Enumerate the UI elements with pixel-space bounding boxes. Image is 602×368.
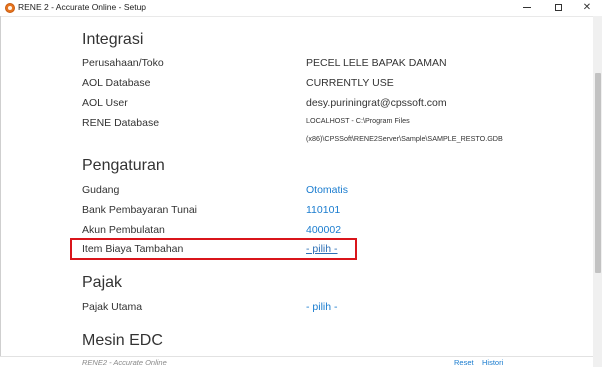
value-aol-database: CURRENTLY USE bbox=[306, 77, 394, 89]
link-pajak-utama[interactable]: - pilih - bbox=[306, 301, 338, 313]
value-perusahaan: PECEL LELE BAPAK DAMAN bbox=[306, 57, 447, 69]
value-rene-database-line2: (x86)\CPSSoft\RENE2Server\Sample\SAMPLE_… bbox=[306, 134, 503, 143]
maximize-icon bbox=[554, 4, 562, 11]
label-pajak-utama: Pajak Utama bbox=[82, 301, 143, 313]
highlight-annotation bbox=[70, 238, 357, 260]
section-title-pajak: Pajak bbox=[82, 274, 123, 291]
label-akun-pembulatan: Akun Pembulatan bbox=[82, 224, 165, 236]
label-bank-pembayaran-tunai: Bank Pembayaran Tunai bbox=[82, 204, 197, 216]
label-gudang: Gudang bbox=[82, 184, 120, 196]
link-akun-pembulatan[interactable]: 400002 bbox=[306, 224, 341, 236]
minimize-icon bbox=[523, 6, 531, 8]
minimize-button[interactable] bbox=[512, 0, 542, 16]
scrollbar-thumb[interactable] bbox=[595, 73, 601, 273]
section-title-mesin-edc: Mesin EDC bbox=[82, 332, 163, 349]
section-title-pengaturan: Pengaturan bbox=[82, 157, 165, 174]
link-bank-pembayaran-tunai[interactable]: 110101 bbox=[306, 204, 340, 216]
close-icon: ✕ bbox=[582, 2, 592, 13]
close-button[interactable]: ✕ bbox=[572, 0, 602, 16]
label-aol-database: AOL Database bbox=[82, 77, 151, 89]
title-bar: RENE 2 - Accurate Online - Setup ✕ bbox=[0, 0, 602, 17]
value-rene-database-line1: LOCALHOST - C:\Program Files bbox=[306, 116, 410, 125]
label-aol-user: AOL User bbox=[82, 97, 128, 109]
link-gudang[interactable]: Otomatis bbox=[306, 184, 348, 196]
app-logo-icon bbox=[5, 3, 15, 13]
value-aol-user: desy.puriningrat@cpssoft.com bbox=[306, 97, 447, 109]
section-title-integrasi: Integrasi bbox=[82, 31, 144, 48]
footer-app-name: RENE2 - Accurate Online bbox=[82, 358, 167, 367]
reset-link[interactable]: Reset bbox=[454, 358, 474, 367]
histori-link[interactable]: Histori bbox=[482, 358, 503, 367]
label-rene-database: RENE Database bbox=[82, 117, 160, 129]
maximize-button[interactable] bbox=[543, 0, 573, 16]
window-title: RENE 2 - Accurate Online - Setup bbox=[18, 2, 147, 12]
label-perusahaan: Perusahaan/Toko bbox=[82, 57, 164, 69]
